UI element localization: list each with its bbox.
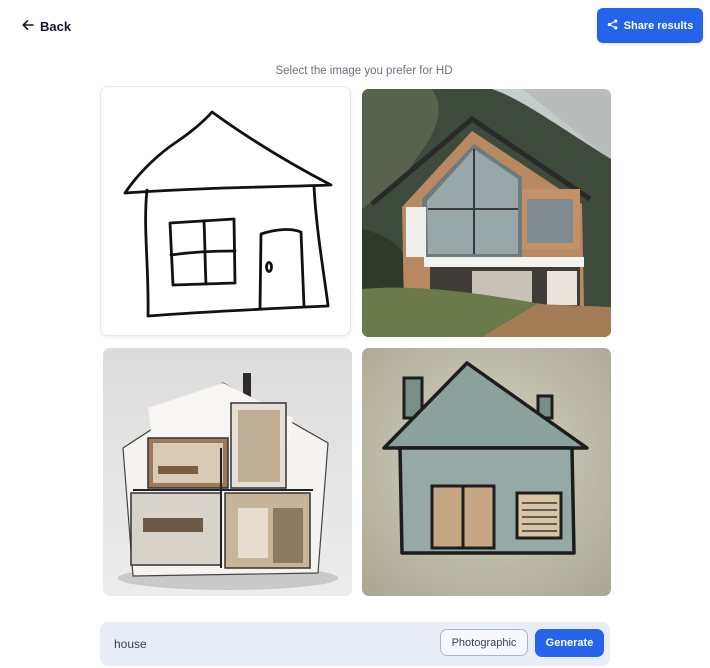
painted-house-image xyxy=(362,348,611,596)
image-option-sketch[interactable] xyxy=(101,87,350,335)
page-subtitle: Select the image you prefer for HD xyxy=(275,65,453,77)
prompt-bar: Photographic Generate xyxy=(100,622,610,666)
back-label: Back xyxy=(40,18,72,34)
generate-button[interactable]: Generate xyxy=(535,629,604,657)
image-option-painted[interactable] xyxy=(362,348,611,596)
sketch-house-image xyxy=(123,110,333,318)
image-option-cutaway[interactable] xyxy=(103,348,352,596)
arrow-left-icon xyxy=(22,19,34,34)
share-results-button[interactable]: Share results xyxy=(597,8,703,43)
prompt-input[interactable] xyxy=(114,634,414,654)
share-icon xyxy=(607,18,618,33)
modern-house-photo xyxy=(362,89,611,337)
style-photographic-button[interactable]: Photographic xyxy=(440,629,528,656)
image-option-photographic[interactable] xyxy=(362,89,611,337)
share-results-label: Share results xyxy=(623,19,694,32)
cutaway-house-image xyxy=(103,348,352,596)
back-button[interactable]: Back xyxy=(22,14,71,38)
